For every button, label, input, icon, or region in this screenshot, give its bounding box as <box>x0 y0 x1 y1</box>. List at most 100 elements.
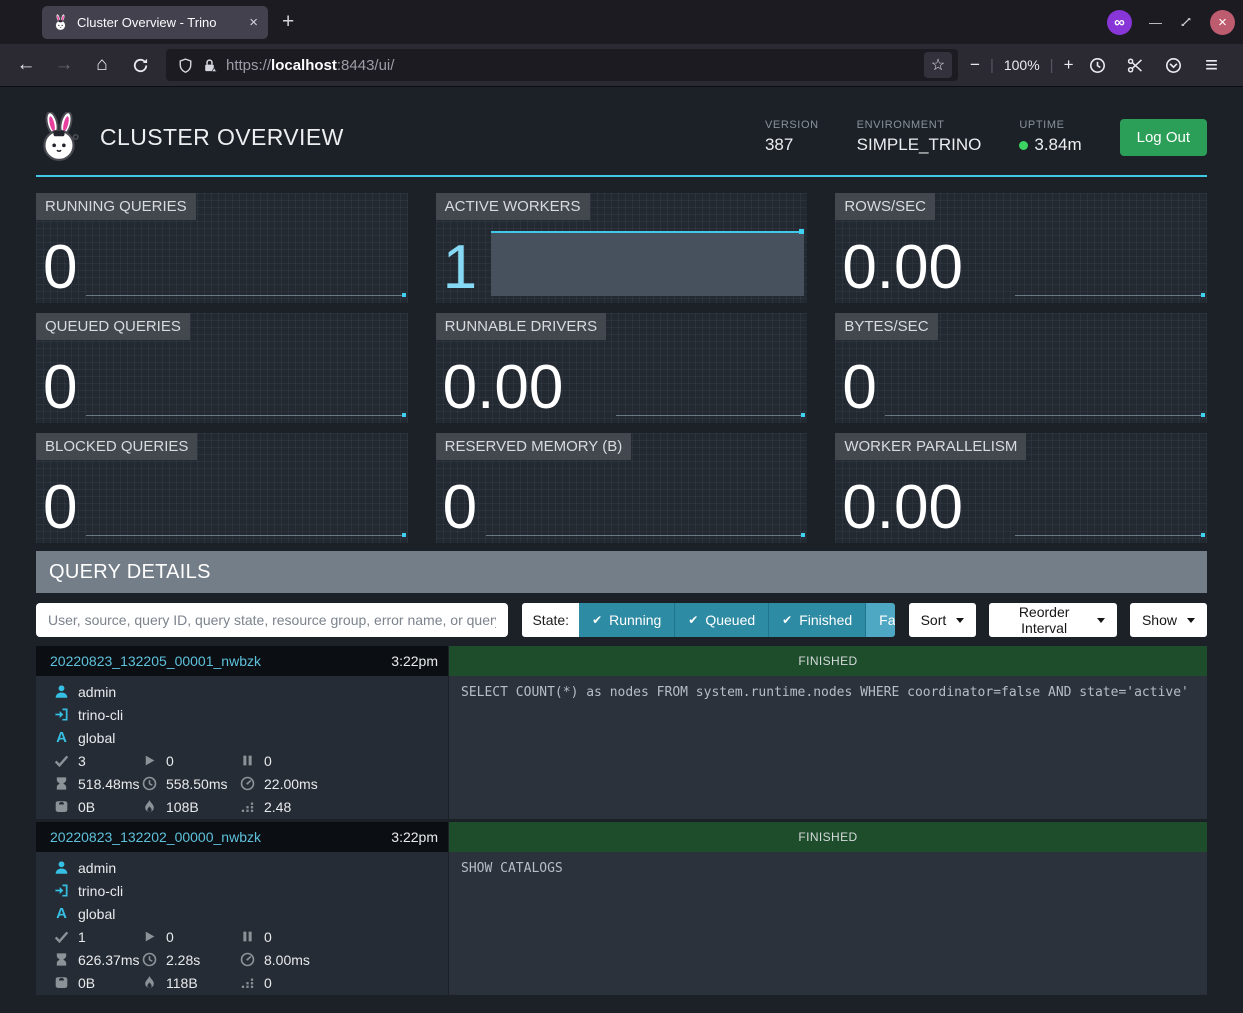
query-user: admin <box>54 856 448 879</box>
page-title: CLUSTER OVERVIEW <box>100 124 344 151</box>
sparkline <box>86 295 405 296</box>
query-meta-panel: admin trino-cli Aglobal 1 0 0 626.37ms 2… <box>36 852 448 995</box>
tracking-shield-icon[interactable] <box>178 58 193 73</box>
queued-splits: 0 <box>240 929 448 945</box>
tab-close-icon[interactable]: × <box>247 14 260 31</box>
zoom-controls: − | 100% | + <box>970 55 1074 75</box>
url-bar[interactable]: https://localhost:8443/ui/ ☆ <box>166 49 958 81</box>
query-details-header: QUERY DETAILS <box>36 551 1207 593</box>
stat-label: RESERVED MEMORY (B) <box>436 433 632 460</box>
tab-strip: Cluster Overview - Trino × + ∞ — × <box>0 0 1243 44</box>
stat-value: 1 <box>443 239 477 296</box>
user-icon <box>54 684 69 699</box>
logout-button[interactable]: Log Out <box>1120 119 1207 156</box>
back-icon[interactable]: ← <box>10 50 42 80</box>
browser-chrome: Cluster Overview - Trino × + ∞ — × ← → ⌂… <box>0 0 1243 87</box>
sparkline <box>1015 535 1204 536</box>
queued-splits: 0 <box>240 753 448 769</box>
private-browsing-icon: ∞ <box>1107 10 1132 35</box>
tab-title: Cluster Overview - Trino <box>77 15 239 30</box>
query-row-body: admin trino-cli Aglobal 3 0 0 518.48ms 5… <box>36 676 1207 819</box>
query-id-link[interactable]: 20220823_132205_00001_nwbzk <box>50 653 261 669</box>
environment-value: SIMPLE_TRINO <box>857 135 982 155</box>
stat-tile-rows-sec: ROWS/SEC 0.00 <box>835 193 1207 303</box>
reload-icon[interactable] <box>124 50 156 80</box>
query-row-header: 20220823_132202_00000_nwbzk 3:22pm FINIS… <box>36 822 1207 852</box>
query-row-body: admin trino-cli Aglobal 1 0 0 626.37ms 2… <box>36 852 1207 995</box>
separator: | <box>990 57 994 74</box>
bookmark-star-icon[interactable]: ☆ <box>924 52 952 78</box>
state-filter-label: State: <box>522 603 579 637</box>
scale-icon <box>54 975 69 990</box>
state-filter-finished[interactable]: ✔Finished <box>768 603 865 637</box>
pause-icon <box>240 753 255 768</box>
header-stats: VERSION 387 ENVIRONMENT SIMPLE_TRINO UPT… <box>765 119 1207 156</box>
check-icon: ✔ <box>688 613 698 627</box>
history-icon[interactable] <box>1082 50 1114 80</box>
query-id-link[interactable]: 20220823_132202_00000_nwbzk <box>50 829 261 845</box>
current-memory: 0B <box>54 975 142 991</box>
version-label: VERSION <box>765 119 819 131</box>
query-meta-panel: admin trino-cli Aglobal 3 0 0 518.48ms 5… <box>36 676 448 819</box>
stat-label: ACTIVE WORKERS <box>436 193 590 220</box>
check-icon <box>54 929 69 944</box>
pause-icon <box>240 929 255 944</box>
state-filter-failed-dropdown[interactable]: Failed <box>865 603 894 637</box>
stat-value: 0 <box>43 239 77 296</box>
zoom-level[interactable]: 100% <box>1004 57 1040 73</box>
parallelism: 2.48 <box>240 799 448 815</box>
environment-label: ENVIRONMENT <box>857 119 982 131</box>
sparkline <box>885 415 1204 416</box>
query-row: 20220823_132205_00001_nwbzk 3:22pm FINIS… <box>36 646 1207 819</box>
check-icon <box>54 753 69 768</box>
stat-tile-reserved-memory: RESERVED MEMORY (B) 0 <box>436 433 808 543</box>
cluster-stats-grid: RUNNING QUERIES 0 ACTIVE WORKERS 1 ROWS/… <box>36 193 1207 543</box>
stat-value: 0 <box>43 479 77 536</box>
close-window-button[interactable]: × <box>1210 10 1235 35</box>
flame-icon <box>142 975 157 990</box>
zoom-out-icon[interactable]: − <box>970 55 980 75</box>
query-search-input[interactable] <box>36 603 508 637</box>
query-row: 20220823_132202_00000_nwbzk 3:22pm FINIS… <box>36 822 1207 995</box>
stat-label: BYTES/SEC <box>835 313 937 340</box>
stat-tile-bytes-sec: BYTES/SEC 0 <box>835 313 1207 423</box>
cpu-time: 22.00ms <box>240 776 448 792</box>
restore-window-button[interactable] <box>1179 15 1193 29</box>
zoom-in-icon[interactable]: + <box>1064 55 1074 75</box>
minimize-button[interactable]: — <box>1149 15 1162 30</box>
url-text[interactable]: https://localhost:8443/ui/ <box>226 57 915 74</box>
menu-icon[interactable]: ≡ <box>1196 50 1228 80</box>
stat-value: 0.00 <box>842 479 963 536</box>
new-tab-button[interactable]: + <box>282 10 294 34</box>
version-value: 387 <box>765 135 819 155</box>
query-source: trino-cli <box>54 703 448 726</box>
gauge-icon <box>240 776 255 791</box>
stat-label: RUNNING QUERIES <box>36 193 196 220</box>
forward-icon: → <box>48 50 80 80</box>
stat-value: 0.00 <box>842 239 963 296</box>
screenshot-scissors-icon[interactable] <box>1120 50 1152 80</box>
home-icon[interactable]: ⌂ <box>86 50 118 80</box>
lock-warning-icon[interactable] <box>202 58 217 73</box>
stat-value: 0 <box>443 479 477 536</box>
stat-value: 0 <box>842 359 876 416</box>
pocket-icon[interactable] <box>1158 50 1190 80</box>
query-timestamp: 3:22pm <box>391 653 438 669</box>
state-filter-queued[interactable]: ✔Queued <box>674 603 768 637</box>
splits-row: 3 0 0 <box>54 749 448 772</box>
memory-row: 0B 108B 2.48 <box>54 795 448 818</box>
parallelism-icon <box>240 799 255 814</box>
state-filter-running[interactable]: ✔Running <box>579 603 674 637</box>
uptime-status-dot <box>1019 141 1028 150</box>
stat-label: WORKER PARALLELISM <box>835 433 1026 460</box>
sort-dropdown[interactable]: Sort <box>909 603 977 637</box>
browser-tab[interactable]: Cluster Overview - Trino × <box>42 6 268 39</box>
query-status-badge: FINISHED <box>449 822 1207 852</box>
reorder-interval-dropdown[interactable]: Reorder Interval <box>989 603 1117 637</box>
stat-tile-worker-parallelism: WORKER PARALLELISM 0.00 <box>835 433 1207 543</box>
show-dropdown[interactable]: Show <box>1130 603 1207 637</box>
parallelism: 0 <box>240 975 448 991</box>
uptime-label: UPTIME <box>1019 119 1081 131</box>
sparkline <box>86 415 405 416</box>
separator: | <box>1050 57 1054 74</box>
